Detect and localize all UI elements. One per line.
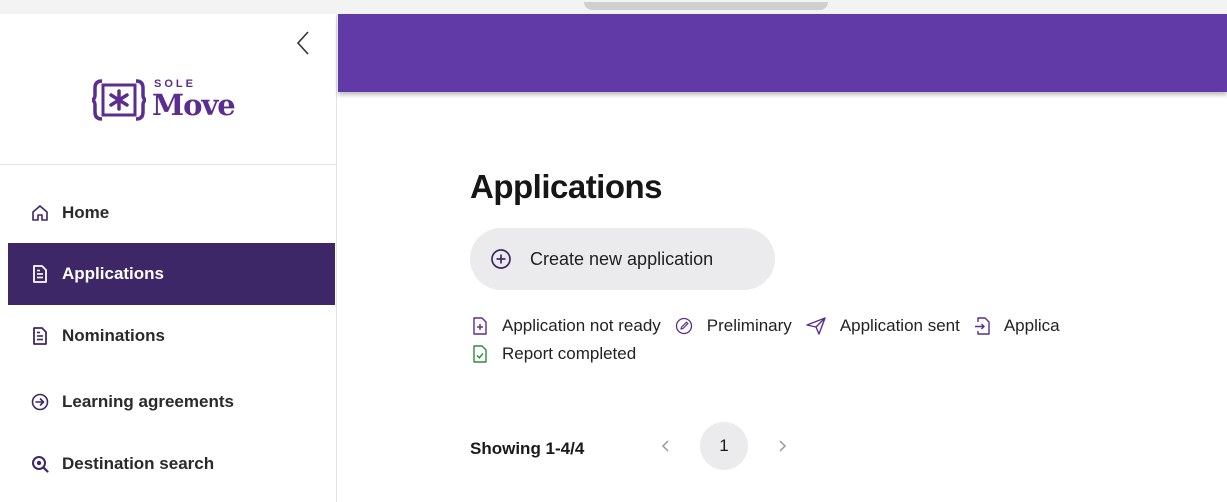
sidebar-divider — [0, 164, 336, 165]
document-icon — [30, 264, 50, 284]
file-check-icon — [473, 345, 487, 363]
pagination-page-button[interactable]: 1 — [700, 422, 748, 470]
create-new-application-button[interactable]: Create new application — [470, 228, 775, 290]
send-icon — [806, 317, 826, 335]
plus-circle-icon — [491, 249, 511, 269]
browser-top-strip — [0, 0, 1227, 14]
sidebar-item-label: Home — [62, 203, 110, 222]
legend-label: Applica — [1003, 316, 1060, 335]
drag-handle[interactable] — [584, 2, 828, 10]
legend-label: Application sent — [839, 316, 960, 335]
sidebar-item-label: Applications — [62, 264, 165, 283]
file-plus-icon — [473, 317, 487, 335]
legend-item-not-ready: Application not ready — [472, 316, 661, 336]
sidebar-item-learning-agreements[interactable]: Learning agreements — [8, 371, 335, 433]
logo-asterisk-box-icon — [92, 79, 146, 121]
legend-item-report-completed: Report completed — [472, 344, 636, 364]
sidebar-item-label: Nominations — [62, 326, 165, 345]
sidebar-item-nominations[interactable]: Nominations — [8, 305, 335, 367]
legend-item-preliminary: Preliminary — [675, 316, 792, 336]
legend-item-sent: Application sent — [806, 316, 960, 336]
sidebar-item-applications[interactable]: Applications — [8, 243, 335, 305]
pagination-prev-icon[interactable] — [656, 432, 676, 460]
home-icon — [30, 203, 50, 223]
page-title: Applications — [470, 168, 663, 205]
sidebar: SOLE Move Home Applications Nominations … — [0, 14, 337, 502]
create-button-label: Create new application — [530, 248, 714, 269]
search-globe-icon — [30, 454, 50, 474]
solemove-logo: SOLE Move — [92, 72, 242, 134]
logo-name-text: Move — [152, 88, 236, 122]
arrow-circle-icon — [30, 392, 50, 412]
sidebar-item-label: Learning agreements — [62, 392, 234, 411]
pagination-showing: Showing 1-4/4 — [470, 439, 585, 458]
file-import-icon — [974, 317, 990, 335]
sidebar-item-home[interactable]: Home — [8, 182, 335, 244]
pencil-circle-icon — [675, 317, 692, 335]
legend-label: Application not ready — [502, 316, 661, 335]
legend-label: Report completed — [502, 344, 637, 363]
sidebar-item-label: Destination search — [62, 454, 215, 473]
document-icon — [30, 326, 50, 346]
pagination-next-icon[interactable] — [772, 432, 792, 460]
legend-label: Preliminary — [706, 316, 792, 335]
collapse-sidebar-icon[interactable] — [292, 30, 316, 56]
status-legend: Application not ready Preliminary Applic… — [472, 314, 1227, 366]
legend-item-applica: Applica — [974, 316, 1060, 336]
sidebar-item-destination-search[interactable]: Destination search — [8, 433, 335, 495]
header-banner — [338, 14, 1227, 92]
